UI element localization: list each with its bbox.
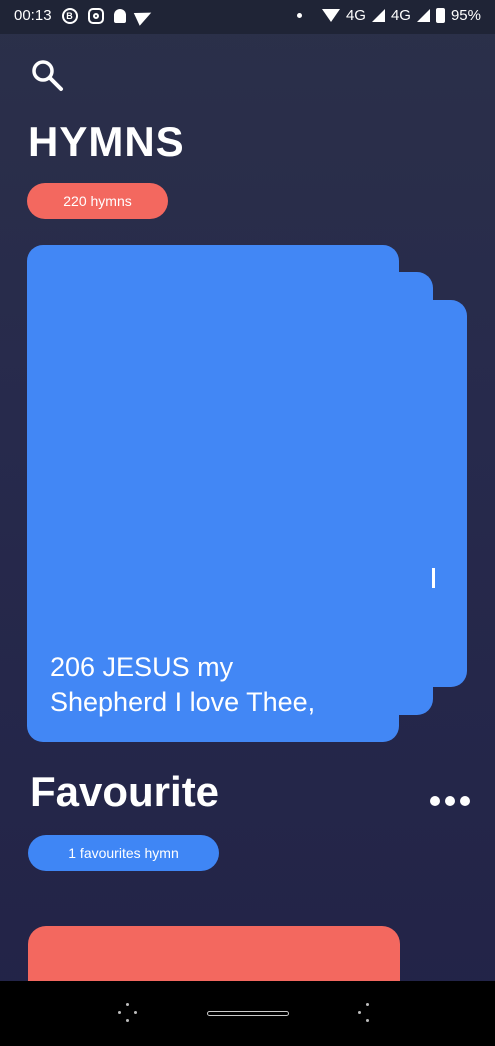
- status-bar: 00:13 B 4G 4G 95%: [0, 0, 495, 34]
- battery-level: 95%: [450, 7, 481, 24]
- nav-back-button[interactable]: [358, 1003, 378, 1023]
- notification-dot-icon: [296, 13, 302, 18]
- wifi-icon: [321, 9, 340, 22]
- text-cursor-mark: [432, 568, 435, 588]
- favourite-count-badge[interactable]: 1 favourites hymn: [28, 835, 219, 871]
- nav-recents-button[interactable]: [118, 1003, 138, 1023]
- telegram-icon: [133, 5, 154, 26]
- more-icon: [460, 796, 470, 806]
- app-screen: 00:13 B 4G 4G 95% HYMNS 220 hymns 206 JE…: [0, 0, 495, 1046]
- more-options-button[interactable]: [430, 793, 470, 809]
- search-icon: [32, 60, 63, 91]
- signal-icon: [371, 9, 385, 22]
- network-label-2: 4G: [390, 7, 411, 24]
- status-right: 4G 4G 95%: [296, 7, 481, 24]
- more-icon: [445, 796, 455, 806]
- hymn-card[interactable]: 206 JESUS my Shepherd I love Thee,: [27, 245, 399, 742]
- nav-home-handle[interactable]: [207, 1011, 289, 1016]
- more-icon: [430, 796, 440, 806]
- status-time: 00:13: [14, 7, 52, 24]
- battery-icon: [435, 8, 445, 23]
- hymn-count-badge[interactable]: 220 hymns: [27, 183, 168, 219]
- page-title: HYMNS: [28, 118, 185, 165]
- network-label-1: 4G: [345, 7, 366, 24]
- status-left: 00:13 B: [14, 5, 154, 26]
- instagram-icon: [87, 7, 104, 24]
- bip-icon: B: [61, 7, 78, 24]
- system-nav-bar: [0, 981, 495, 1046]
- bell-icon: [113, 8, 126, 23]
- search-button[interactable]: [30, 58, 64, 92]
- hymn-card-title: 206 JESUS my Shepherd I love Thee,: [50, 652, 316, 717]
- signal-icon: [416, 9, 430, 22]
- favourite-title: Favourite: [30, 768, 220, 815]
